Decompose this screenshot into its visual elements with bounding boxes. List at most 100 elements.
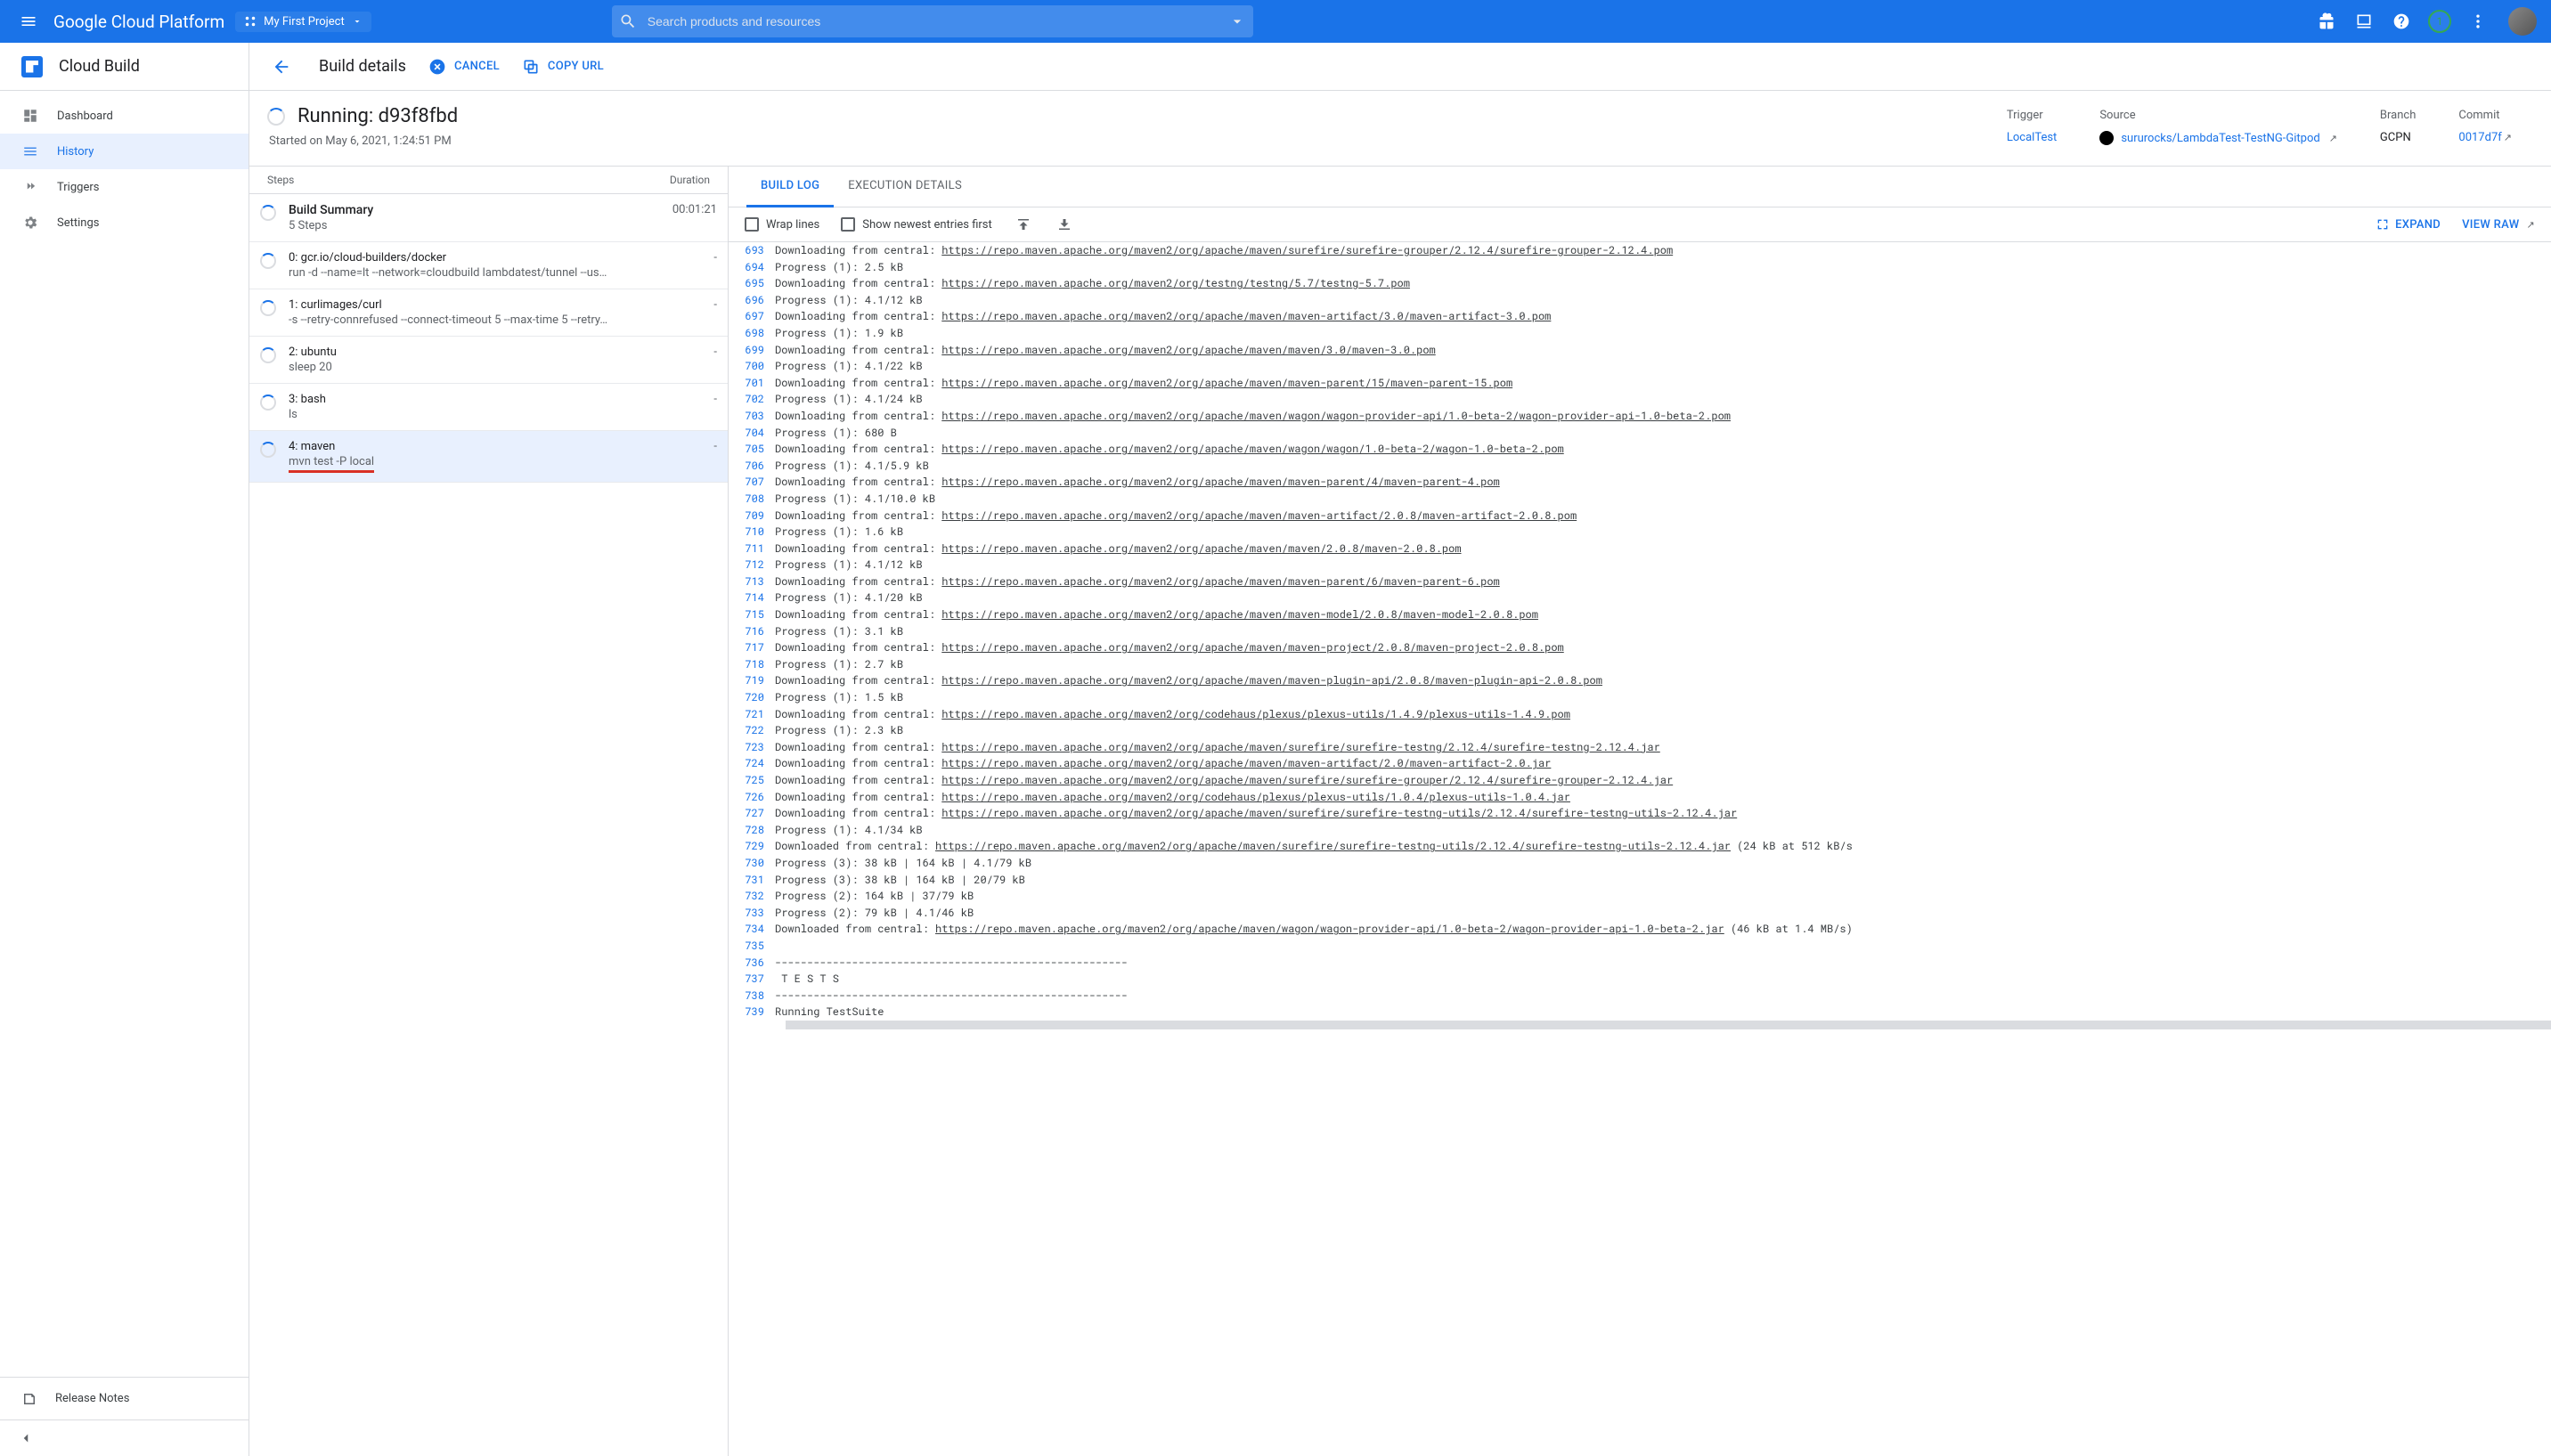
log-link[interactable]: https://repo.maven.apache.org/maven2/org… <box>941 541 1461 556</box>
log-line-number: 722 <box>729 722 775 739</box>
step-title: 4: maven <box>289 440 655 453</box>
step-row[interactable]: 0: gcr.io/cloud-builders/dockerrun -d --… <box>249 242 728 289</box>
log-line-text: Downloaded from central: https://repo.ma… <box>775 921 1853 938</box>
log-line: 725Downloading from central: https://rep… <box>729 772 2551 789</box>
log-line-number: 715 <box>729 606 775 623</box>
step-duration: - <box>667 251 717 264</box>
log-link[interactable]: https://repo.maven.apache.org/maven2/org… <box>941 508 1577 523</box>
log-line-text: Downloading from central: https://repo.m… <box>775 805 1737 822</box>
cancel-button[interactable]: CANCEL <box>428 57 500 77</box>
expand-logs-button[interactable]: EXPAND <box>2376 217 2441 232</box>
meta-trigger-link[interactable]: LocalTest <box>2007 131 2057 144</box>
log-link[interactable]: https://repo.maven.apache.org/maven2/org… <box>941 475 1500 489</box>
log-line: 714Progress (1): 4.1/20 kB <box>729 590 2551 606</box>
log-line-number: 738 <box>729 988 775 1005</box>
log-link[interactable]: https://repo.maven.apache.org/maven2/org… <box>941 442 1564 456</box>
log-link[interactable]: https://repo.maven.apache.org/maven2/org… <box>941 343 1436 357</box>
chevron-down-icon[interactable] <box>1228 12 1246 30</box>
log-line: 698Progress (1): 1.9 kB <box>729 325 2551 342</box>
log-link[interactable]: https://repo.maven.apache.org/maven2/org… <box>941 243 1673 257</box>
log-line-number: 714 <box>729 590 775 606</box>
log-line: 697Downloading from central: https://rep… <box>729 308 2551 325</box>
back-button[interactable] <box>265 51 297 83</box>
log-link[interactable]: https://repo.maven.apache.org/maven2/org… <box>941 740 1660 754</box>
log-link[interactable]: https://repo.maven.apache.org/maven2/org… <box>941 409 1731 423</box>
build-summary-row[interactable]: Build Summary 5 Steps 00:01:21 <box>249 194 728 242</box>
sidebar-item-dashboard[interactable]: Dashboard <box>0 98 249 134</box>
log-line-text: Downloading from central: https://repo.m… <box>775 573 1500 590</box>
sidebar-item-label: Triggers <box>57 181 99 194</box>
search-input[interactable] <box>637 14 1228 28</box>
log-line-text: Progress (1): 1.9 kB <box>775 325 903 342</box>
tab-build-log[interactable]: BUILD LOG <box>746 167 834 207</box>
nav-menu-button[interactable] <box>7 0 50 43</box>
log-link[interactable]: https://repo.maven.apache.org/maven2/org… <box>941 309 1551 323</box>
global-search[interactable] <box>612 5 1253 37</box>
log-line-number: 717 <box>729 639 775 656</box>
sidebar-item-history[interactable]: History <box>0 134 249 169</box>
running-spinner-icon <box>267 108 285 126</box>
log-link[interactable]: https://repo.maven.apache.org/maven2/org… <box>941 607 1538 622</box>
meta-commit-label: Commit <box>2458 109 2512 122</box>
release-notes-link[interactable]: Release Notes <box>0 1378 249 1420</box>
log-line: 705Downloading from central: https://rep… <box>729 441 2551 458</box>
log-link[interactable]: https://repo.maven.apache.org/maven2/org… <box>941 574 1500 589</box>
copy-url-button[interactable]: COPY URL <box>521 57 604 77</box>
release-notes-label: Release Notes <box>55 1392 129 1405</box>
sidebar-item-label: History <box>57 145 94 159</box>
scroll-to-top-button[interactable] <box>1014 215 1033 234</box>
log-link[interactable]: https://repo.maven.apache.org/maven2/org… <box>941 790 1570 804</box>
step-row[interactable]: 1: curlimages/curl-s --retry-connrefused… <box>249 289 728 337</box>
history-icon <box>21 142 39 160</box>
step-row[interactable]: 4: mavenmvn test -P local- <box>249 431 728 483</box>
account-avatar[interactable] <box>2508 7 2537 36</box>
log-link[interactable]: https://repo.maven.apache.org/maven2/org… <box>941 773 1673 787</box>
spinner-icon <box>260 347 276 363</box>
horizontal-scrollbar[interactable] <box>786 1021 2551 1029</box>
log-line-text: Downloading from central: https://repo.m… <box>775 672 1602 689</box>
build-steps-panel: Steps Duration Build Summary 5 Steps 00:… <box>249 167 729 1456</box>
step-row[interactable]: 2: ubuntusleep 20- <box>249 337 728 384</box>
sidebar-item-settings[interactable]: Settings <box>0 205 249 240</box>
step-row[interactable]: 3: bashls- <box>249 384 728 431</box>
collapse-sidebar-button[interactable] <box>0 1420 249 1456</box>
log-link[interactable]: https://repo.maven.apache.org/maven2/org… <box>941 376 1512 390</box>
scroll-to-bottom-button[interactable] <box>1055 215 1074 234</box>
newest-first-checkbox[interactable]: Show newest entries first <box>841 217 992 232</box>
gear-icon <box>21 214 39 232</box>
spinner-icon <box>260 205 276 221</box>
product-header[interactable]: Cloud Build <box>0 43 249 91</box>
chevron-left-icon <box>18 1430 34 1446</box>
meta-source-link[interactable]: sururocks/LambdaTest-TestNG-Gitpod <box>2121 132 2319 145</box>
gift-icon[interactable] <box>2316 11 2337 32</box>
more-icon[interactable] <box>2467 11 2489 32</box>
log-line: 708Progress (1): 4.1/10.0 kB <box>729 491 2551 508</box>
log-line-text: Progress (1): 2.3 kB <box>775 722 903 739</box>
project-selector[interactable]: My First Project <box>235 12 371 32</box>
project-icon <box>244 15 257 28</box>
log-line: 732Progress (2): 164 kB | 37/79 kB <box>729 888 2551 905</box>
log-link[interactable]: https://repo.maven.apache.org/maven2/org… <box>941 673 1602 687</box>
log-link[interactable]: https://repo.maven.apache.org/maven2/org… <box>941 707 1570 721</box>
log-line-number: 739 <box>729 1004 775 1021</box>
log-link[interactable]: https://repo.maven.apache.org/maven2/org… <box>941 756 1551 770</box>
wrap-lines-checkbox[interactable]: Wrap lines <box>745 217 819 232</box>
log-line: 694Progress (1): 2.5 kB <box>729 259 2551 276</box>
log-link[interactable]: https://repo.maven.apache.org/maven2/org… <box>941 640 1564 655</box>
view-raw-button[interactable]: VIEW RAW ↗ <box>2462 218 2535 232</box>
console-icon[interactable] <box>2353 11 2375 32</box>
log-output[interactable]: 693Downloading from central: https://rep… <box>729 242 2551 1456</box>
sidebar-item-triggers[interactable]: Triggers <box>0 169 249 205</box>
meta-commit-link[interactable]: 0017d7f <box>2458 131 2501 144</box>
log-line-number: 706 <box>729 458 775 475</box>
help-icon[interactable] <box>2391 11 2412 32</box>
log-link[interactable]: https://repo.maven.apache.org/maven2/org… <box>935 922 1724 936</box>
log-line-text: Downloading from central: https://repo.m… <box>775 606 1538 623</box>
tab-execution-details[interactable]: EXECUTION DETAILS <box>834 167 976 207</box>
log-link[interactable]: https://repo.maven.apache.org/maven2/org… <box>941 806 1737 820</box>
step-duration: - <box>667 346 717 359</box>
notifications-badge[interactable]: 1 <box>2428 10 2451 33</box>
brand-title[interactable]: Google Cloud Platform <box>50 12 235 32</box>
log-link[interactable]: https://repo.maven.apache.org/maven2/org… <box>935 839 1731 853</box>
log-link[interactable]: https://repo.maven.apache.org/maven2/org… <box>941 276 1410 290</box>
